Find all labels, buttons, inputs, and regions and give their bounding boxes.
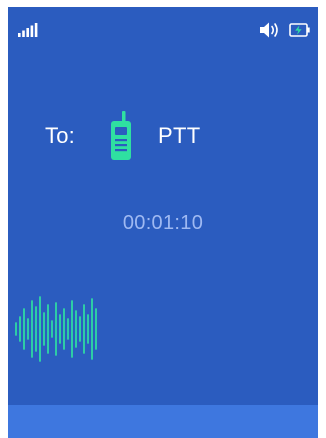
walkie-talkie-icon — [111, 111, 131, 160]
to-label: To: — [45, 123, 75, 148]
battery-charging-icon — [289, 23, 310, 37]
recipient-channel-name: PTT — [158, 123, 201, 148]
speaker-volume-icon — [260, 22, 278, 38]
call-duration-timer: 00:01:10 — [122, 212, 204, 234]
status-bar — [8, 7, 318, 38]
signal-bars-icon — [18, 23, 38, 37]
bottom-soft-key-bar — [8, 405, 318, 438]
call-recipient-row: To: PTT — [8, 109, 318, 165]
voice-waveform-icon — [15, 296, 97, 362]
ptt-call-screen: To: PTT 00:01:10 — [8, 7, 318, 438]
